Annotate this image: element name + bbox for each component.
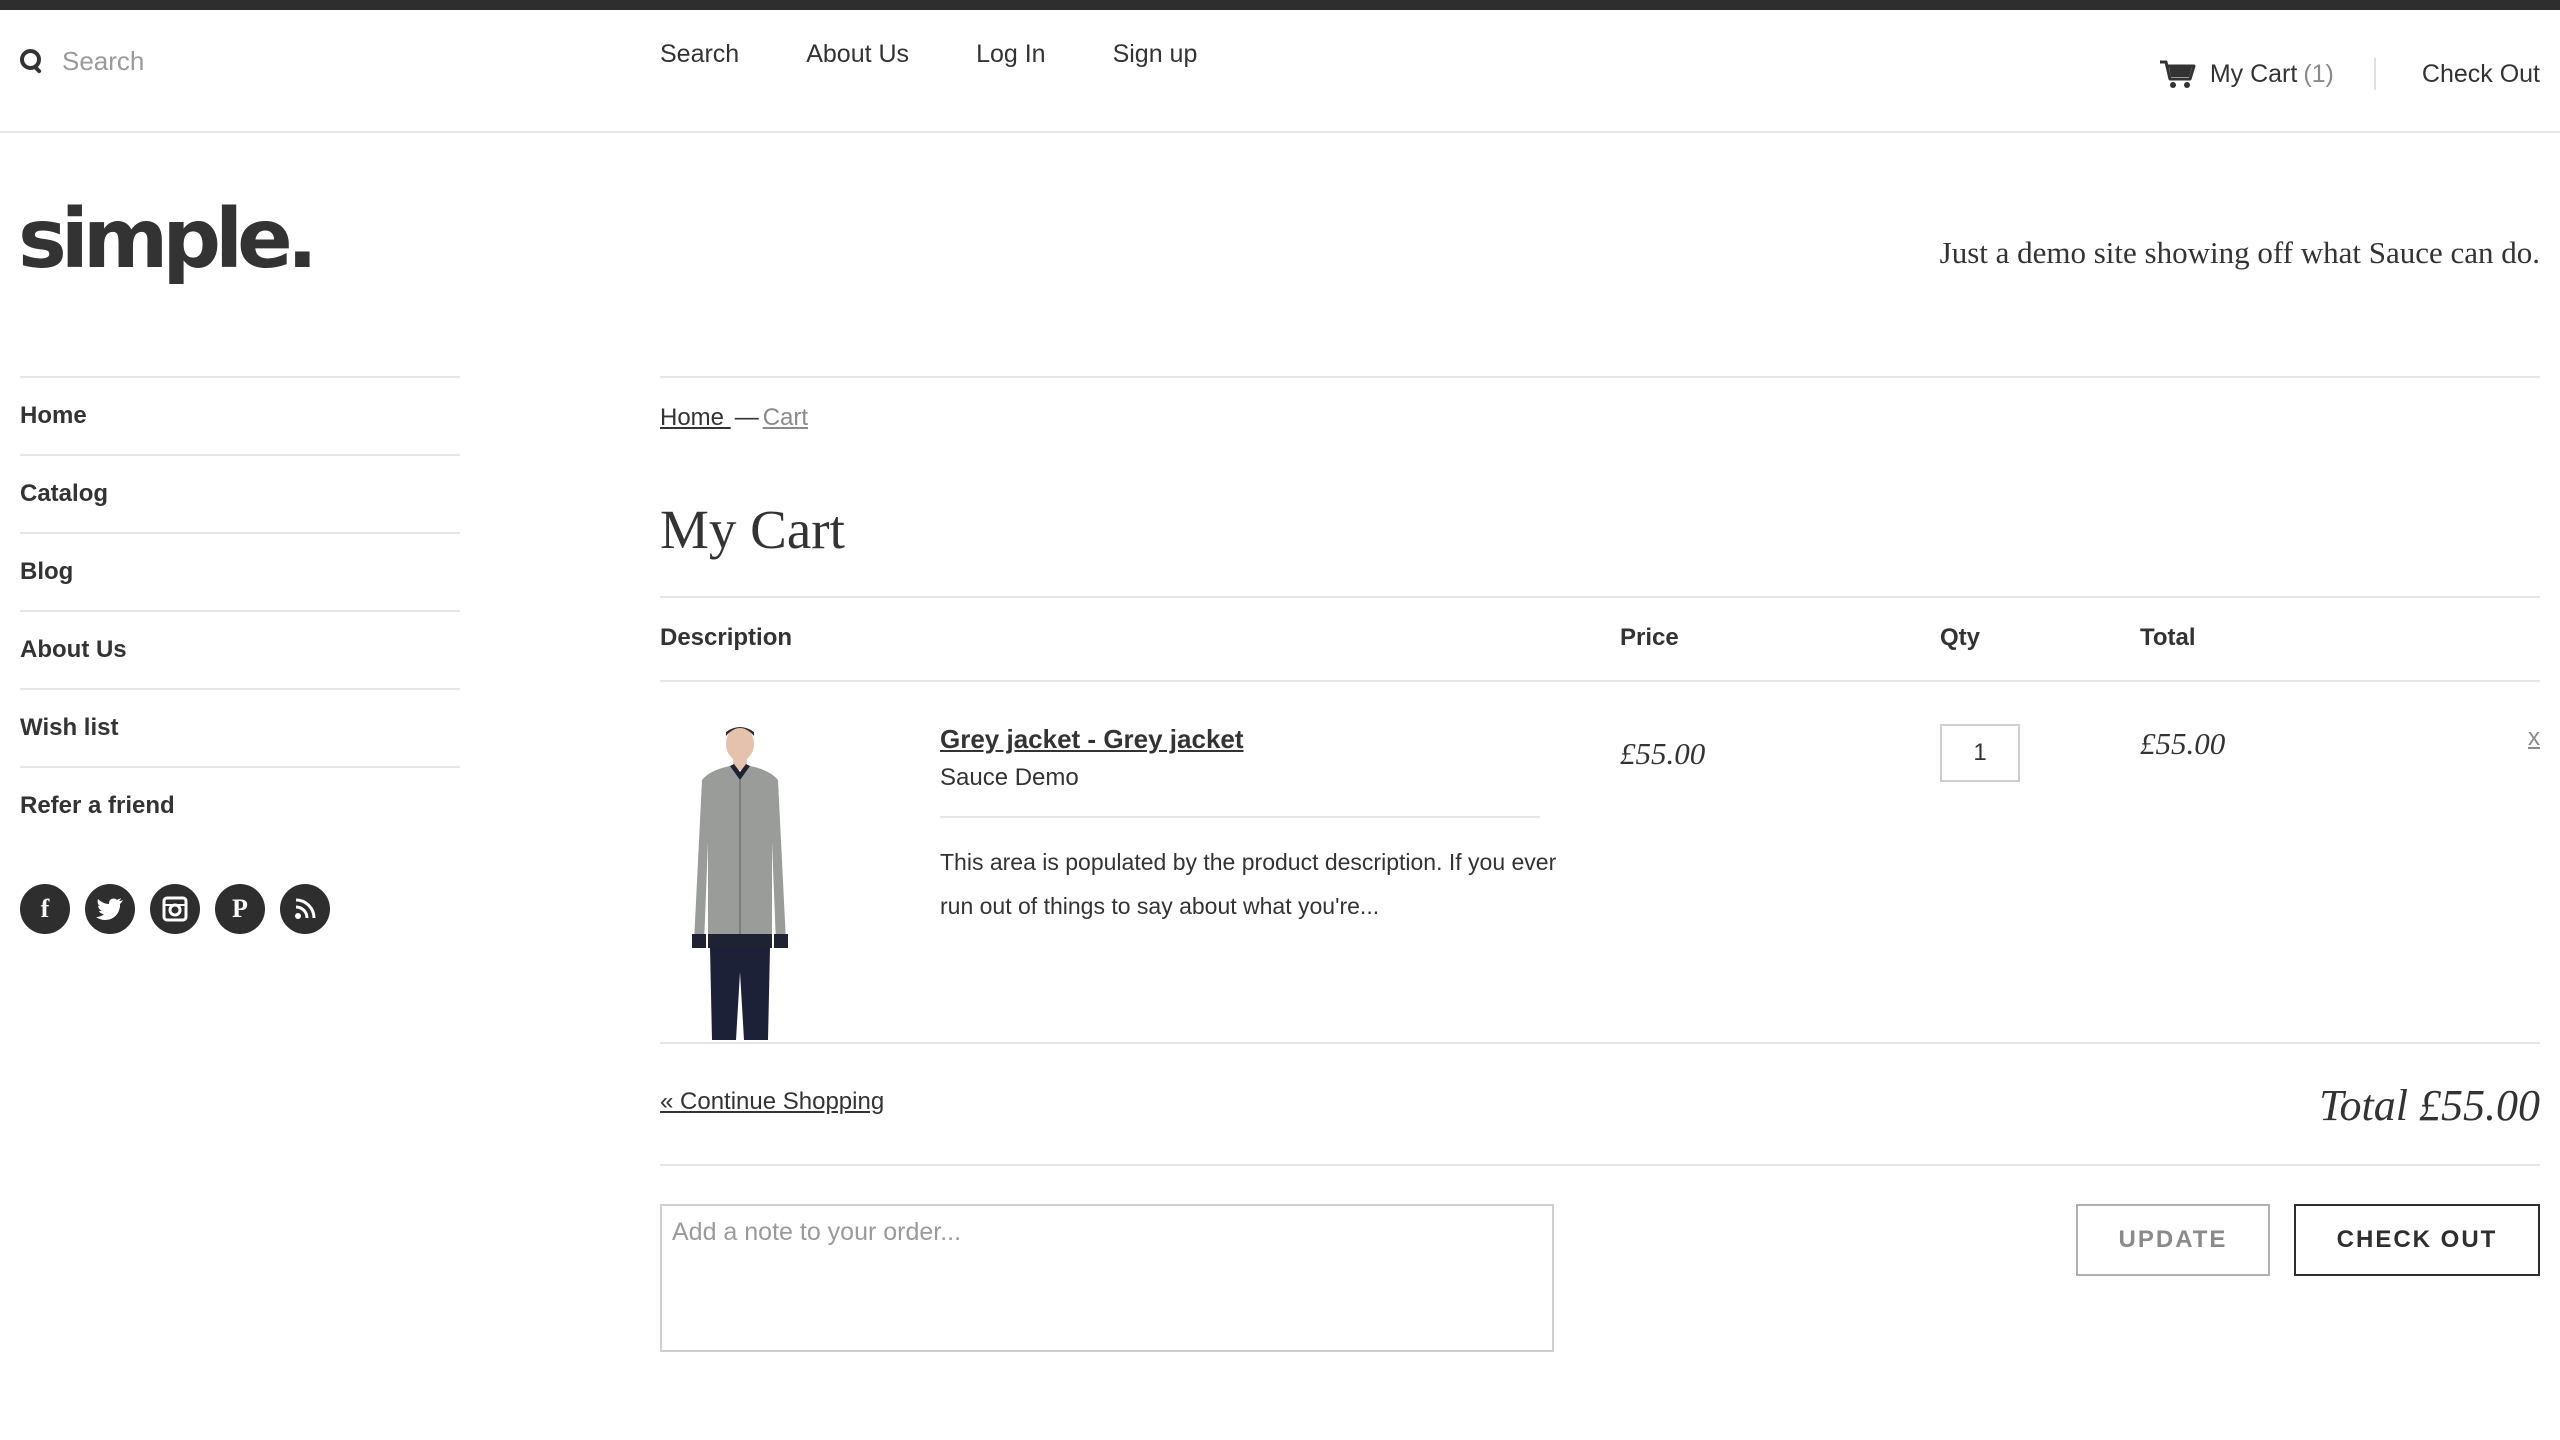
continue-shopping-link[interactable]: « Continue Shopping bbox=[660, 1088, 884, 1116]
top-nav-search[interactable]: Search bbox=[660, 36, 739, 72]
site-logo[interactable]: simple. bbox=[18, 190, 318, 290]
top-nav: Search About Us Log In Sign up bbox=[660, 36, 1264, 72]
product-name-link[interactable]: Grey jacket - Grey jacket bbox=[940, 724, 1244, 755]
product-vendor: Sauce Demo bbox=[940, 764, 1079, 791]
sidebar-item-catalog[interactable]: Catalog bbox=[20, 454, 460, 532]
header-qty: Qty bbox=[1940, 624, 1981, 651]
grand-total: Total £55.00 bbox=[2319, 1081, 2540, 1130]
search-input[interactable] bbox=[62, 45, 542, 77]
cart-icon[interactable] bbox=[2159, 59, 2196, 89]
actions-row: UPDATE CHECK OUT bbox=[660, 1166, 2540, 1366]
twitter-icon[interactable] bbox=[85, 884, 135, 934]
checkout-button[interactable]: CHECK OUT bbox=[2294, 1204, 2540, 1276]
top-nav-sign-up[interactable]: Sign up bbox=[1113, 36, 1198, 72]
header-price: Price bbox=[1620, 624, 1679, 651]
search-icon[interactable] bbox=[20, 49, 44, 73]
item-price: £55.00 bbox=[1620, 736, 1706, 771]
site-header: Search About Us Log In Sign up My Cart(1… bbox=[0, 10, 2560, 133]
cart-count: (1) bbox=[2303, 59, 2334, 88]
top-nav-log-in[interactable]: Log In bbox=[976, 36, 1046, 72]
sidebar-nav: Home Catalog Blog About Us Wish list Ref… bbox=[20, 376, 460, 844]
order-note-field[interactable] bbox=[660, 1204, 1554, 1352]
top-nav-about-us[interactable]: About Us bbox=[806, 36, 909, 72]
product-description: This area is populated by the product de… bbox=[940, 849, 1557, 919]
social-links: f P bbox=[20, 884, 345, 934]
header-checkout-link[interactable]: Check Out bbox=[2422, 60, 2540, 89]
rss-icon[interactable] bbox=[280, 884, 330, 934]
cart-table: Description Price Qty Total Grey jacket … bbox=[660, 596, 2540, 1366]
top-accent-bar bbox=[0, 0, 2560, 10]
main-content: Home — Cart My Cart Description Price Qty… bbox=[660, 376, 2540, 1352]
quantity-input[interactable] bbox=[1940, 724, 2020, 782]
table-row: Grey jacket - Grey jacket Sauce Demo Thi… bbox=[660, 682, 2540, 1044]
sidebar-item-blog[interactable]: Blog bbox=[20, 532, 460, 610]
product-divider bbox=[940, 816, 1540, 818]
my-cart-link[interactable]: My Cart (1) bbox=[2210, 60, 2334, 89]
site-tagline: Just a demo site showing off what Sauce … bbox=[1939, 235, 2540, 270]
breadcrumb: Home — Cart bbox=[660, 404, 808, 432]
header-divider bbox=[2373, 58, 2376, 90]
my-cart-label: My Cart bbox=[2209, 59, 2298, 88]
totals-row: « Continue Shopping Total £55.00 bbox=[660, 1044, 2540, 1166]
instagram-icon[interactable] bbox=[150, 884, 200, 934]
sidebar-item-wish-list[interactable]: Wish list bbox=[20, 688, 460, 766]
sidebar-item-refer-a-friend[interactable]: Refer a friend bbox=[20, 766, 460, 844]
breadcrumb-current[interactable]: Cart bbox=[763, 404, 808, 431]
pinterest-icon[interactable]: P bbox=[215, 884, 265, 934]
sidebar-item-about-us[interactable]: About Us bbox=[20, 610, 460, 688]
remove-item-link[interactable]: x bbox=[2528, 724, 2540, 752]
breadcrumb-home[interactable]: Home bbox=[660, 404, 731, 431]
cart-area: My Cart (1) Check Out bbox=[2159, 58, 2540, 90]
sidebar-item-home[interactable]: Home bbox=[20, 376, 460, 454]
search-box bbox=[20, 30, 580, 92]
item-total: £55.00 bbox=[2140, 726, 2226, 761]
product-image[interactable] bbox=[680, 722, 800, 1040]
table-header: Description Price Qty Total bbox=[660, 596, 2540, 682]
update-button[interactable]: UPDATE bbox=[2076, 1204, 2270, 1276]
header-description: Description bbox=[660, 624, 793, 651]
breadcrumb-separator: — bbox=[734, 404, 759, 431]
page-title: My Cart bbox=[660, 499, 845, 560]
header-total: Total bbox=[2140, 624, 2196, 651]
facebook-icon[interactable]: f bbox=[20, 884, 70, 934]
